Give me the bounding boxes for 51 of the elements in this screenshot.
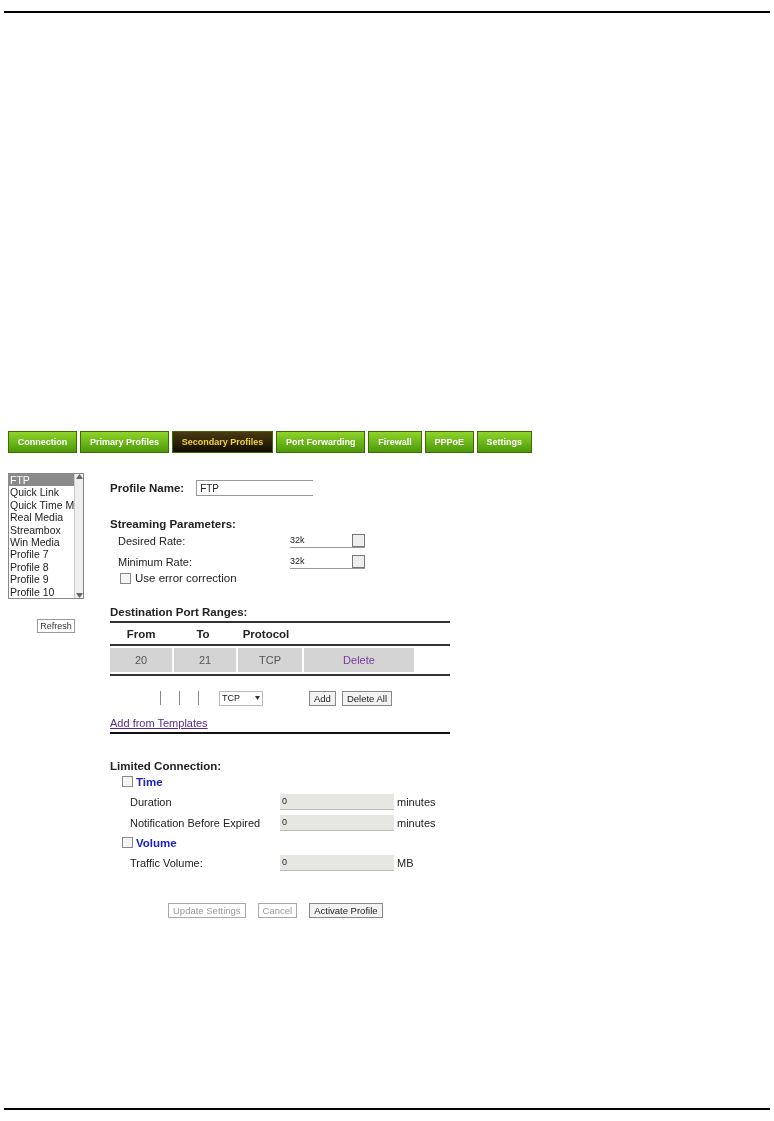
limit-input-field[interactable]: 0: [280, 854, 394, 871]
profile-list[interactable]: FTP Quick Link Quick Time M Real Media Streambox Win Media Profile 7 Profile 8 Profile 9 Profile 10: [8, 473, 84, 600]
error-correction-checkbox[interactable]: [120, 572, 131, 584]
limit-group-label: Volume: [136, 836, 177, 849]
profile-list-item[interactable]: Profile 8: [9, 560, 75, 574]
scroll-down-icon[interactable]: [75, 593, 83, 599]
rate-select[interactable]: 32k: [290, 533, 365, 548]
table-cell: 20: [110, 648, 172, 672]
limit-group-label: Time: [136, 775, 163, 788]
protocol-select[interactable]: TCP: [219, 690, 263, 706]
rate-label: Minimum Rate:: [117, 555, 193, 568]
rate-label: Desired Rate:: [117, 534, 187, 547]
unit-label: MB: [397, 856, 414, 869]
profile-list-item[interactable]: Win Media: [9, 536, 75, 549]
column-header: To: [195, 627, 211, 640]
unit-label: minutes: [397, 816, 436, 829]
section-heading: Streaming Parameters:: [110, 518, 237, 530]
limit-input-field[interactable]: 0: [280, 814, 394, 831]
profile-list-item[interactable]: Profile 9: [9, 573, 75, 586]
unit-label: minutes: [397, 795, 436, 808]
limit-field-label: Traffic Volume:: [129, 856, 204, 869]
limit-checkbox[interactable]: [122, 837, 133, 848]
profile-list-item[interactable]: Quick Link: [9, 486, 75, 499]
profile-list-item[interactable]: Real Media: [9, 511, 75, 524]
profile-list-item[interactable]: Profile 7: [9, 548, 75, 561]
action-button[interactable]: Activate Profile: [309, 903, 383, 918]
limit-field-label: Duration: [129, 795, 173, 808]
profile-list-item[interactable]: Profile 10: [9, 585, 75, 599]
profile-list-item[interactable]: Streambox: [9, 523, 75, 537]
scroll-up-icon[interactable]: [75, 474, 83, 479]
delete-all-button[interactable]: Delete All: [341, 690, 393, 706]
limit-input-field[interactable]: 0: [280, 793, 394, 810]
table-cell: TCP: [238, 648, 302, 672]
section-heading: Limited Connection:: [110, 760, 223, 772]
column-header: From: [125, 627, 157, 640]
profile-list-item[interactable]: Quick Time M: [9, 498, 75, 512]
rate-select[interactable]: 32k: [290, 554, 365, 569]
profile-name-label: Profile Name:: [110, 482, 185, 494]
nav-tab[interactable]: Secondary Profiles: [171, 431, 274, 453]
add-button[interactable]: Add: [309, 690, 336, 706]
refresh-button[interactable]: Refresh: [37, 619, 75, 634]
column-header: Protocol: [241, 627, 291, 640]
error-correction-label: Use error correction: [135, 572, 237, 584]
add-from-templates-link[interactable]: Add from Templates: [110, 717, 208, 729]
limit-field-label: Notification Before Expired: [129, 816, 262, 829]
dropdown-arrow-icon: [255, 696, 260, 700]
delete-link[interactable]: Delete: [304, 648, 414, 672]
limit-checkbox[interactable]: [122, 776, 133, 787]
section-heading: Destination Port Ranges:: [110, 606, 249, 618]
table-cell: 21: [174, 648, 236, 672]
profile-name-field[interactable]: FTP: [196, 480, 314, 496]
